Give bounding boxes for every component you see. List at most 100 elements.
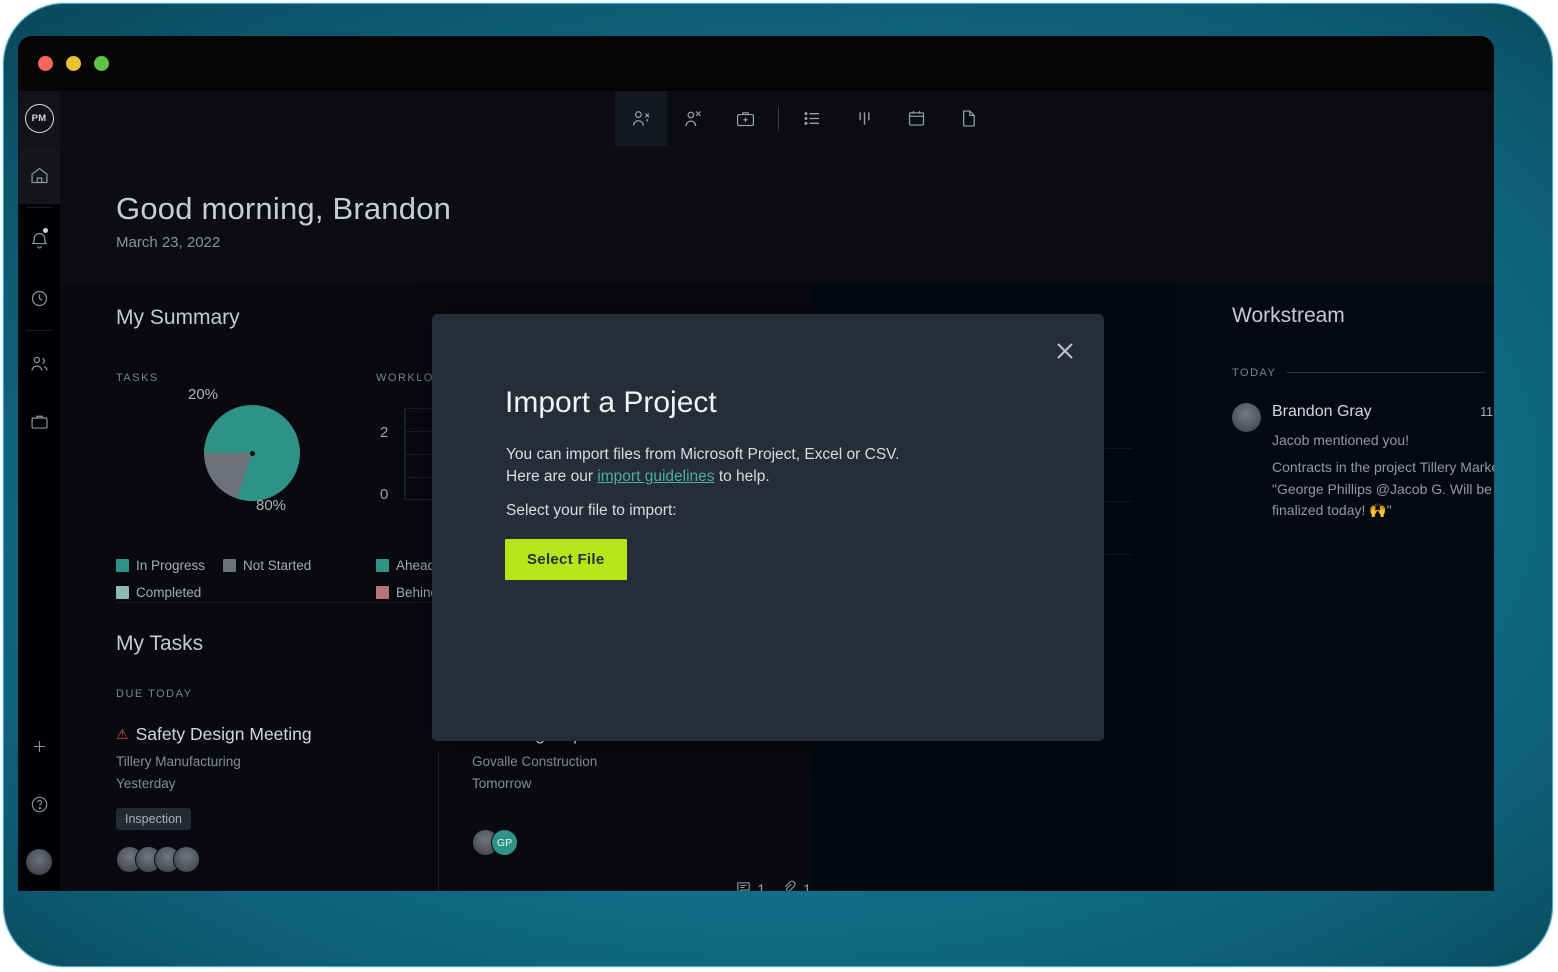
list-view-icon[interactable] — [786, 91, 838, 146]
sidebar-item-team[interactable] — [18, 334, 60, 392]
sidebar-item-timesheets[interactable] — [18, 269, 60, 327]
workstream-today-label: TODAY — [1232, 367, 1276, 379]
comment-count: 1 — [757, 881, 765, 891]
page-title: Good morning, Brandon — [116, 191, 451, 227]
legend-swatch-ahead — [376, 559, 389, 572]
screenshot-root: PM — [0, 0, 1558, 972]
sidebar-divider — [26, 207, 52, 208]
avatar — [173, 846, 200, 873]
calendar-view-icon[interactable] — [890, 91, 942, 146]
legend-label-completed: Completed — [136, 585, 201, 600]
workstream-item-body: Brandon Gray 11:54 AM Jacob mentioned yo… — [1272, 403, 1494, 522]
sidebar-item-projects[interactable] — [18, 392, 60, 450]
legend-item-in-progress: In Progress — [116, 558, 205, 573]
workstream-panel: Workstream TODAY NEW Brandon Gray — [1232, 304, 1494, 522]
modal-select-prompt: Select your file to import: — [506, 502, 677, 520]
task-card-safety-design-meeting[interactable]: ⚠ Safety Design Meeting Tillery Manufact… — [116, 724, 426, 873]
modal-description: You can import files from Microsoft Proj… — [506, 444, 1036, 489]
left-sidebar — [18, 146, 60, 891]
top-toolbar: PM — [18, 91, 1494, 146]
bar-ytick-0: 0 — [380, 486, 388, 503]
legend-swatch-not-started — [223, 559, 236, 572]
task-avatars: GP — [472, 829, 782, 856]
legend-swatch-in-progress — [116, 559, 129, 572]
modal-description-prefix: Here are our — [506, 468, 597, 485]
minimize-window-button[interactable] — [66, 56, 81, 71]
app-logo-text: PM — [25, 104, 54, 133]
legend-label-in-progress: In Progress — [136, 558, 205, 573]
comment-icon — [735, 879, 752, 891]
workstream-timestamp: 11:54 AM — [1480, 405, 1494, 419]
modal-description-suffix: to help. — [715, 468, 770, 485]
legend-swatch-completed — [116, 586, 129, 599]
tasks-legend-row-1: In Progress Not Started — [116, 558, 366, 573]
warning-icon: ⚠ — [116, 726, 129, 743]
toolbar-divider — [778, 107, 779, 131]
sidebar-divider-2 — [26, 330, 52, 331]
pie-label-in-progress: 80% — [256, 497, 286, 514]
add-person-icon[interactable] — [615, 91, 667, 146]
notification-badge-dot — [43, 228, 48, 233]
legend-label-not-started: Not Started — [243, 558, 311, 573]
avatar-initials: GP — [491, 829, 518, 856]
legend-swatch-behind — [376, 586, 389, 599]
task-tag[interactable]: Inspection — [116, 808, 191, 830]
toolbar-right-space — [994, 91, 1494, 146]
avatar — [1232, 403, 1261, 432]
pie-center-dot — [250, 451, 255, 456]
task-title: Safety Design Meeting — [136, 724, 312, 745]
avatar[interactable] — [18, 833, 60, 891]
app-logo[interactable]: PM — [18, 91, 60, 146]
legend-item-not-started: Not Started — [223, 558, 311, 573]
task-title-row: ⚠ Safety Design Meeting — [116, 724, 426, 745]
modal-title: Import a Project — [505, 386, 717, 420]
attachment-icon — [781, 879, 798, 891]
avatar-image — [26, 849, 52, 875]
task-due: Tomorrow — [472, 776, 782, 791]
assign-person-icon[interactable] — [667, 91, 719, 146]
task-card-plumbing-inspection[interactable]: Plumbing Inspection Govalle Construction… — [472, 724, 782, 856]
sidebar-item-home[interactable] — [18, 146, 60, 204]
help-icon[interactable] — [18, 775, 60, 833]
briefcase-add-icon[interactable] — [719, 91, 771, 146]
legend-item-completed: Completed — [116, 585, 201, 600]
legend-label-ahead: Ahead — [396, 558, 435, 573]
maximize-window-button[interactable] — [94, 56, 109, 71]
sidebar-bottom-group — [18, 717, 60, 891]
plus-icon[interactable] — [18, 717, 60, 775]
attachment-count: 1 — [803, 881, 811, 891]
import-guidelines-link[interactable]: import guidelines — [597, 468, 714, 485]
workstream-item-header: Brandon Gray 11:54 AM — [1272, 403, 1494, 421]
workstream-author: Brandon Gray — [1272, 403, 1372, 421]
import-project-modal: Import a Project You can import files fr… — [432, 314, 1104, 741]
legend-item-behind: Behind — [376, 585, 438, 600]
tasks-legend-row-2: Completed — [116, 585, 366, 600]
document-icon[interactable] — [942, 91, 994, 146]
workstream-summary: Jacob mentioned you! — [1272, 432, 1494, 448]
tasks-chart-label: TASKS — [116, 372, 376, 384]
task-due: Yesterday — [116, 776, 426, 791]
task-project: Tillery Manufacturing — [116, 754, 426, 769]
workstream-title: Workstream — [1232, 304, 1494, 328]
sidebar-item-notifications[interactable] — [18, 211, 60, 269]
toolbar-icon-group — [615, 91, 994, 146]
toolbar-spacer — [60, 91, 615, 146]
modal-description-line1: You can import files from Microsoft Proj… — [506, 446, 899, 463]
task-project: Govalle Construction — [472, 754, 782, 769]
task-columns: ⚠ Safety Design Meeting Tillery Manufact… — [116, 724, 816, 891]
app-window: PM — [18, 36, 1494, 891]
right-column: Workstream TODAY NEW Brandon Gray — [1174, 284, 1494, 891]
workstream-body: Contracts in the project Tillery Marketi… — [1272, 457, 1494, 522]
task-avatars — [116, 846, 426, 873]
task-column-divider — [438, 752, 439, 891]
workstream-today-header: TODAY NEW — [1232, 364, 1494, 381]
close-window-button[interactable] — [38, 56, 53, 71]
workstream-item[interactable]: Brandon Gray 11:54 AM Jacob mentioned yo… — [1232, 403, 1494, 522]
tasks-pie-chart: 20% 80% — [116, 400, 356, 510]
workstream-header-rule — [1286, 372, 1484, 373]
page-date: March 23, 2022 — [116, 234, 220, 251]
gantt-view-icon[interactable] — [838, 91, 890, 146]
close-icon[interactable] — [1048, 334, 1082, 368]
bar-ytick-2: 2 — [380, 424, 388, 441]
select-file-button[interactable]: Select File — [505, 539, 627, 580]
